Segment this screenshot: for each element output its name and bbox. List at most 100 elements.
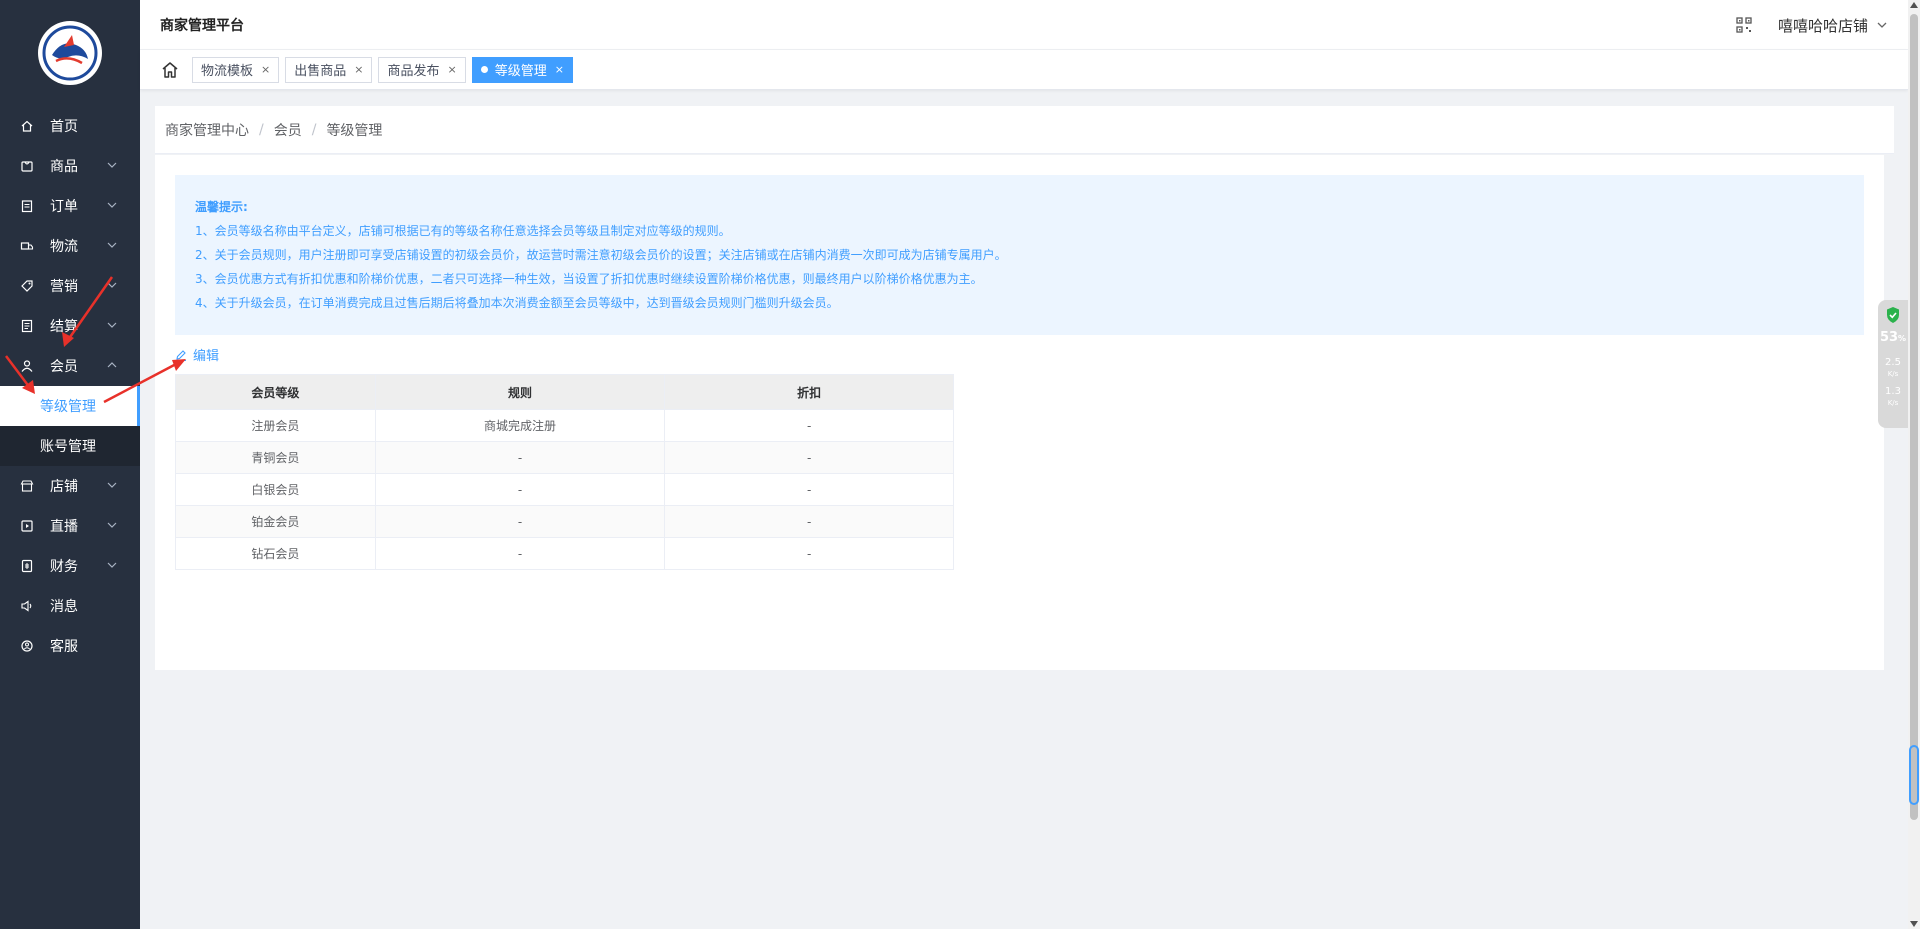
scroll-highlight: [1909, 745, 1919, 805]
table-cell: 钻石会员: [175, 537, 376, 570]
sidebar-item-label: 财务: [50, 559, 78, 575]
shop-name-dropdown[interactable]: 嘻嘻哈哈店铺: [1778, 15, 1868, 36]
qrcode-icon[interactable]: [1736, 17, 1752, 33]
breadcrumb-item-current: 等级管理: [326, 122, 383, 139]
table-cell: -: [374, 473, 666, 506]
sidebar-item-label: 店铺: [50, 479, 78, 495]
table-row: 铂金会员 - -: [175, 505, 954, 538]
upload-speed: 2.5 K/s: [1885, 357, 1901, 380]
sidebar-item-live[interactable]: 直播: [0, 506, 140, 546]
truck-icon: [20, 239, 34, 253]
ledger-icon: [20, 319, 34, 333]
chevron-down-icon: [107, 162, 117, 168]
network-monitor-widget[interactable]: 53% 2.5 K/s 1.3 K/s: [1878, 300, 1908, 428]
sidebar-item-label: 商品: [50, 159, 78, 175]
scroll-up-arrow[interactable]: [1910, 2, 1918, 8]
sidebar-item-goods[interactable]: 商品: [0, 146, 140, 186]
cpu-percent: 53%: [1880, 330, 1906, 345]
close-icon[interactable]: ×: [447, 63, 456, 76]
pencil-icon: [176, 349, 186, 361]
chevron-down-icon: [107, 482, 117, 488]
sidebar-item-label: 结算: [50, 319, 78, 335]
sidebar-item-speaker[interactable]: 消息: [0, 586, 140, 626]
download-speed-value: 1.3: [1885, 386, 1901, 397]
scroll-thumb[interactable]: [1910, 14, 1918, 820]
tips-line: 4、关于升级会员，在订单消费完成且过售后期后将叠加本次消费金额至会员等级中，达到…: [195, 296, 839, 310]
breadcrumb: 商家管理中心 / 会员 / 等级管理: [155, 106, 1894, 154]
home-icon[interactable]: [160, 60, 180, 80]
finance-icon: [20, 559, 34, 573]
sidebar: 首页商品订单物流营销结算会员 等级管理 账号管理店铺直播财务消息 客服: [0, 0, 140, 929]
tab-1[interactable]: 物流模板 ×: [192, 56, 280, 83]
shield-check-icon: [1887, 307, 1899, 323]
close-icon[interactable]: ×: [555, 63, 564, 76]
sidebar-item-label: 首页: [50, 119, 78, 135]
table-cell: 铂金会员: [175, 505, 376, 538]
table-cell: 商城完成注册: [374, 409, 666, 442]
sidebar-item-finance[interactable]: 财务: [0, 546, 140, 586]
sidebar-item-tag[interactable]: 营销: [0, 266, 140, 306]
close-icon[interactable]: ×: [354, 63, 363, 76]
top-header: 商家管理平台 嘻嘻哈哈店铺: [140, 0, 1908, 50]
tips-line: 3、会员优惠方式有折扣优惠和阶梯价优惠，二者只可选择一种生效，当设置了折扣优惠时…: [195, 272, 983, 286]
breadcrumb-item-member[interactable]: 会员: [274, 120, 302, 140]
edit-button[interactable]: 编辑: [175, 345, 219, 364]
tab-label: 物流模板: [201, 64, 254, 79]
tab-4[interactable]: 等级管理 ×: [471, 56, 573, 83]
upload-speed-unit: K/s: [1887, 370, 1899, 378]
sidebar-item-user[interactable]: 会员: [0, 346, 140, 386]
table-cell: -: [374, 441, 666, 474]
submenu-item-account-management[interactable]: 账号管理: [0, 426, 140, 466]
chevron-down-icon: [107, 562, 117, 568]
submenu-item-grade-management[interactable]: 等级管理: [0, 386, 140, 426]
edit-label: 编辑: [193, 349, 220, 364]
table-cell: 白银会员: [175, 473, 376, 506]
goods-icon: [20, 159, 34, 173]
chevron-down-icon: [107, 522, 117, 528]
service-icon: [20, 639, 34, 653]
tab-3[interactable]: 商品发布 ×: [378, 56, 466, 83]
table-row: 青铜会员 - -: [175, 441, 954, 474]
tips-line: 1、会员等级名称由平台定义，店铺可根据已有的等级名称任意选择会员等级且制定对应等…: [195, 224, 731, 238]
sidebar-item-home[interactable]: 首页: [0, 106, 140, 146]
sidebar-item-truck[interactable]: 物流: [0, 226, 140, 266]
sidebar-menu: 首页商品订单物流营销结算会员 等级管理 账号管理店铺直播财务消息 客服: [0, 106, 140, 666]
scroll-down-arrow[interactable]: [1910, 921, 1918, 927]
table-cell: -: [664, 441, 954, 474]
table-cell: -: [664, 505, 954, 538]
column-header: 会员等级: [175, 374, 376, 410]
vertical-scrollbar[interactable]: [1908, 0, 1920, 929]
sidebar-item-label: 物流: [50, 239, 78, 255]
chevron-down-icon: [107, 202, 117, 208]
chevron-down-icon: [107, 242, 117, 248]
tips-panel: 温馨提示: 1、会员等级名称由平台定义，店铺可根据已有的等级名称任意选择会员等级…: [175, 175, 1864, 335]
cpu-percent-value: 53: [1879, 330, 1899, 345]
chevron-down-icon: [107, 322, 117, 328]
breadcrumb-separator: /: [259, 121, 264, 138]
tab-2[interactable]: 出售商品 ×: [285, 56, 373, 83]
table-cell: -: [374, 537, 666, 570]
tabs-list: 物流模板 × 出售商品 × 商品发布 × 等级管理 ×: [192, 56, 579, 83]
tag-icon: [20, 279, 34, 293]
tabs-bar: 物流模板 × 出售商品 × 商品发布 × 等级管理 ×: [140, 50, 1908, 90]
sidebar-item-label: 订单: [50, 199, 78, 215]
logo-area: [0, 0, 140, 106]
speaker-icon: [20, 599, 34, 613]
sidebar-item-shop[interactable]: 店铺: [0, 466, 140, 506]
table-row: 钻石会员 - -: [175, 537, 954, 570]
tab-label: 商品发布: [387, 64, 440, 79]
active-dot: [480, 66, 488, 73]
sidebar-item-service[interactable]: 客服: [0, 626, 140, 666]
download-speed-unit: K/s: [1887, 399, 1899, 407]
platform-title: 商家管理平台: [160, 17, 244, 34]
sidebar-item-ledger[interactable]: 结算: [0, 306, 140, 346]
table-cell: -: [664, 537, 954, 570]
download-speed: 1.3 K/s: [1885, 386, 1901, 409]
close-icon[interactable]: ×: [261, 63, 270, 76]
chevron-down-icon[interactable]: [1876, 19, 1888, 31]
tips-line: 2、关于会员规则，用户注册即可享受店铺设置的初级会员价，故运营时需注意初级会员价…: [195, 248, 1007, 262]
shop-icon: [20, 479, 34, 493]
user-icon: [20, 359, 34, 373]
breadcrumb-item-center[interactable]: 商家管理中心: [165, 120, 249, 140]
sidebar-item-order[interactable]: 订单: [0, 186, 140, 226]
